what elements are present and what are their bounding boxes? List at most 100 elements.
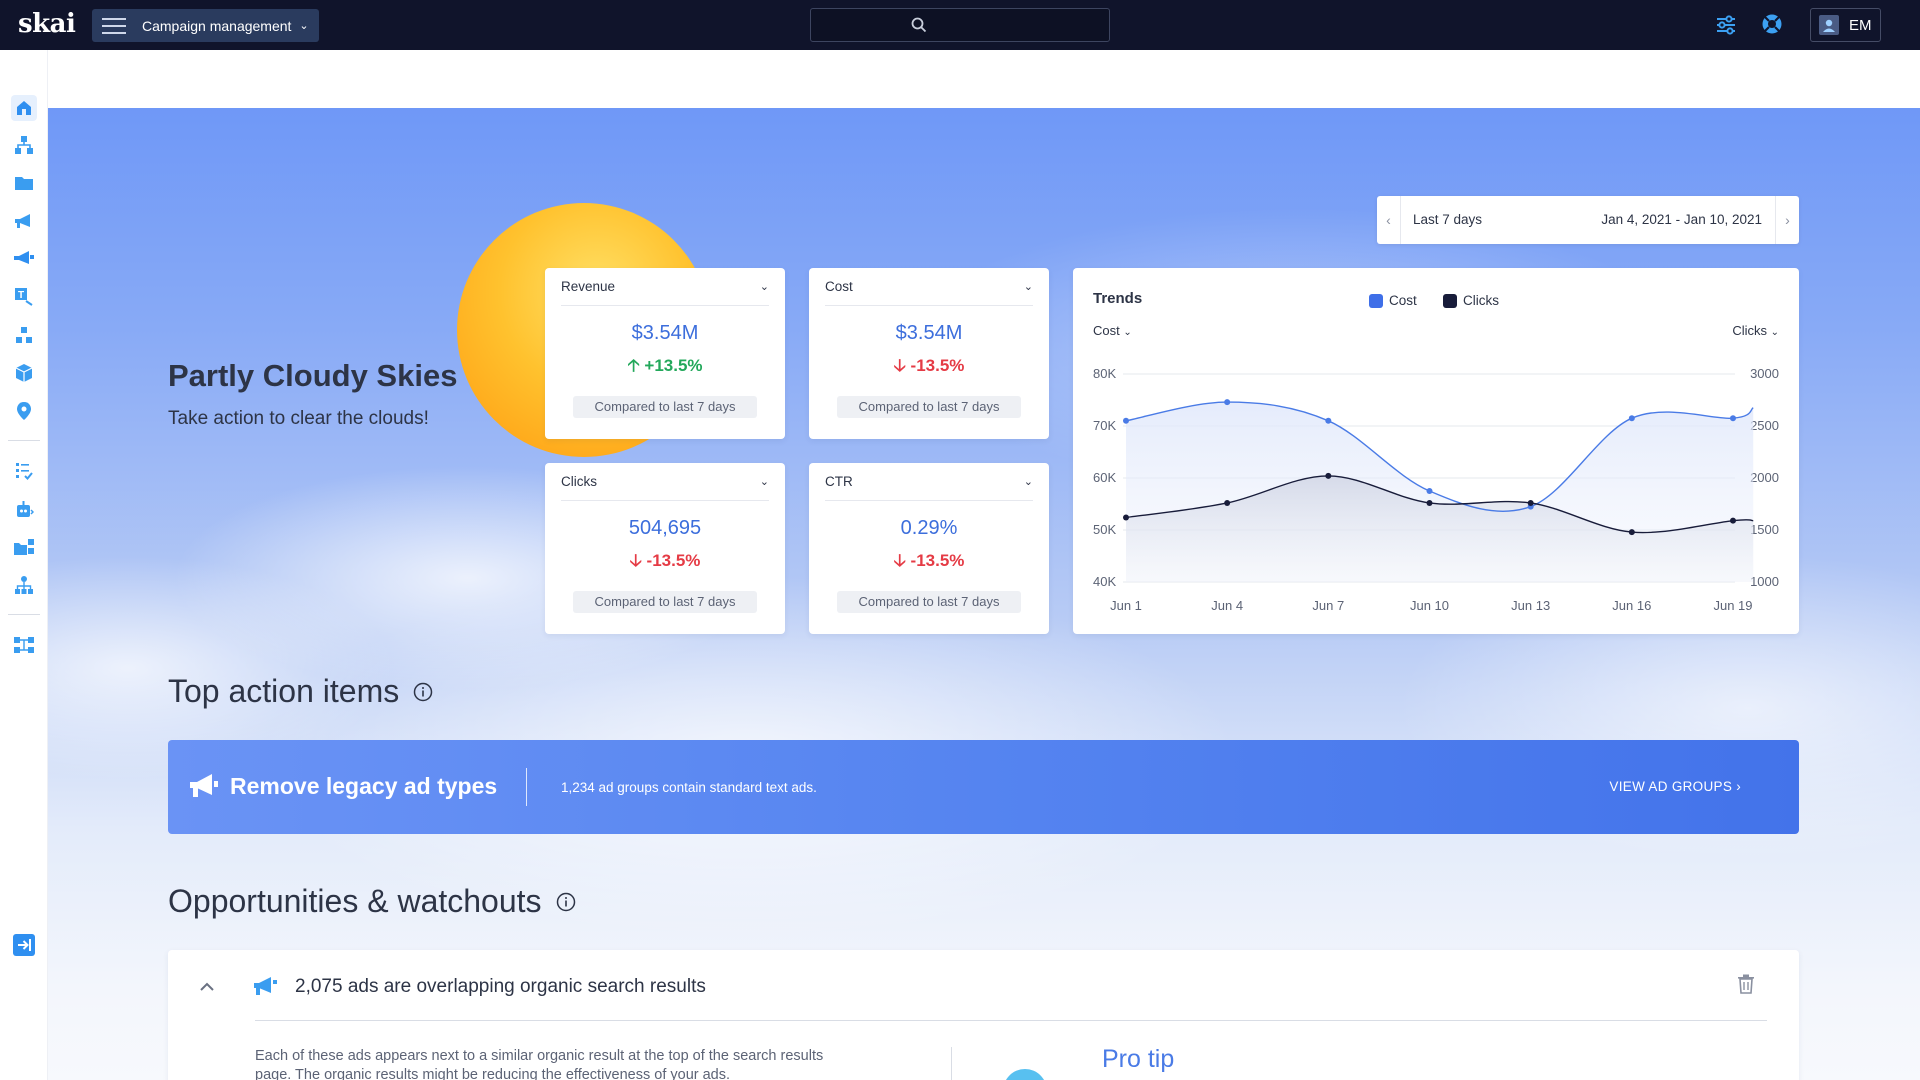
kpi-label: Revenue [561,279,616,294]
lightbulb-icon [1003,1069,1047,1080]
data-point [1224,499,1231,506]
divider [951,1047,952,1080]
nav-tasks-icon[interactable] [11,458,37,484]
opportunity-description: Each of these ads appears next to a simi… [255,1048,824,1080]
y-right-tick-label: 1000 [1750,574,1779,589]
nav-keywords-icon[interactable]: T [11,284,37,310]
previous-range-button[interactable]: ‹ [1377,196,1401,244]
kpi-compare-label: Compared to last 7 days [573,396,757,418]
nav-location-pin-icon[interactable] [11,398,37,424]
data-point [1224,399,1231,406]
kpi-value: $3.54M [631,322,699,344]
nav-campaigns-megaphone-icon[interactable] [11,208,37,234]
search-input[interactable] [810,8,1110,42]
arrow-down-icon: 🡣 [893,551,906,570]
y-right-tick-label: 2500 [1750,418,1779,433]
svg-text:T: T [18,290,24,301]
pro-tip-title: Pro tip [1102,1045,1175,1073]
action-item-title: Remove legacy ad types [230,773,498,799]
nav-integrations-icon[interactable] [11,632,37,658]
y-right-tick-label: 2000 [1750,470,1779,485]
kpi-value: 504,695 [628,517,702,539]
chevron-left-icon: ‹ [1386,212,1391,228]
nav-automation-icon[interactable] [11,496,37,522]
megaphone-icon [190,774,218,797]
top-bar: skai Campaign management ⌄ EM [0,0,1920,50]
kpi-compare-label: Compared to last 7 days [837,396,1021,418]
info-icon[interactable] [413,682,433,702]
nav-divider [8,614,40,615]
date-range-label: Last 7 days [1413,212,1483,227]
kpi-card-cost: Cost ⌄ $3.54M 🡣 -13.5% Compared to last 7… [809,268,1049,439]
search-icon [911,17,927,33]
kpi-delta: 🡡 +13.5% [627,356,703,375]
data-point [1628,529,1635,536]
x-tick-label: Jun 7 [1312,598,1344,613]
next-range-button[interactable]: › [1775,196,1799,244]
user-menu-button[interactable]: EM [1810,8,1881,42]
opportunity-card: 2,075 ads are overlapping organic search… [168,950,1799,1080]
nav-bulk-folders-icon[interactable] [11,534,37,560]
chevron-down-icon: ⌄ [299,20,309,32]
action-item-remove-legacy-ads: Remove legacy ad types 1,234 ad groups c… [168,740,1799,834]
x-tick-label: Jun 4 [1211,598,1243,613]
trash-icon[interactable] [1737,974,1755,994]
hero-subtitle: Take action to clear the clouds! [168,408,429,429]
y-left-tick-label: 40K [1093,574,1116,589]
date-range-picker[interactable]: ‹ Last 7 days Jan 4, 2021 - Jan 10, 2021… [1377,196,1799,244]
kpi-delta: 🡣 -13.5% [893,551,965,570]
arrow-down-icon: 🡣 [893,356,906,375]
hamburger-icon [102,17,126,34]
nav-org-chart-icon[interactable] [11,572,37,598]
nav-cube-icon[interactable] [11,360,37,386]
kpi-metric-selector[interactable]: Cost ⌄ [825,268,1033,306]
x-tick-label: Jun 13 [1511,598,1550,613]
x-tick-label: Jun 16 [1612,598,1651,613]
y-left-tick-label: 80K [1093,366,1116,381]
opportunity-title: 2,075 ads are overlapping organic search… [295,976,706,997]
nav-home-icon[interactable] [11,95,37,121]
y-left-tick-label: 60K [1093,470,1116,485]
help-lifebuoy-icon[interactable] [1761,13,1783,35]
data-point [1730,517,1736,524]
trends-plot: 80K 70K 60K 50K 40K 3000 2500 2000 1500 1000 Jun 1… [1093,366,1779,613]
x-tick-label: Jun 1 [1110,598,1142,613]
kpi-delta: 🡣 -13.5% [893,356,965,375]
kpi-value: 0.29% [900,517,958,539]
data-point [1730,415,1736,422]
opportunities-heading: Opportunities & watchouts [168,883,576,920]
nav-ads-megaphone-icon[interactable] [11,246,37,272]
megaphone-icon [254,977,277,995]
left-nav: T [0,50,48,1080]
y-right-tick-label: 3000 [1750,366,1779,381]
kpi-label: Cost [825,279,853,294]
info-icon[interactable] [556,892,576,912]
chevron-down-icon: ⌄ [759,281,769,293]
view-ad-groups-link[interactable]: VIEW AD GROUPS › [1609,779,1741,794]
data-point [1123,417,1129,424]
sliders-icon[interactable] [1715,13,1737,35]
nav-hierarchy-icon[interactable] [11,132,37,158]
kpi-metric-selector[interactable]: Revenue ⌄ [561,268,769,306]
nav-folder-icon[interactable] [11,170,37,196]
nav-groups-icon[interactable] [11,322,37,348]
kpi-metric-selector[interactable]: Clicks ⌄ [561,463,769,501]
data-point [1426,488,1433,494]
kpi-card-clicks: Clicks ⌄ 504,695 🡣 -13.5% Compared to las… [545,463,785,634]
data-point [1123,514,1129,521]
kpi-metric-selector[interactable]: CTR ⌄ [825,463,1033,501]
app-menu-label: Campaign management [142,17,292,34]
arrow-down-icon: 🡣 [629,551,642,570]
nav-expand-sidebar-icon[interactable] [11,932,37,958]
kpi-delta: 🡣 -13.5% [629,551,701,570]
kpi-value: $3.54M [895,322,963,344]
skai-logo[interactable]: skai [18,9,76,39]
data-point [1325,417,1332,424]
app-menu-button[interactable]: Campaign management ⌄ [92,9,319,42]
y-right-tick-label: 1500 [1750,522,1779,537]
divider [526,768,527,806]
chevron-up-icon[interactable] [198,978,216,996]
y-left-tick-label: 50K [1093,522,1116,537]
data-point [1426,499,1433,506]
data-point [1527,499,1534,506]
